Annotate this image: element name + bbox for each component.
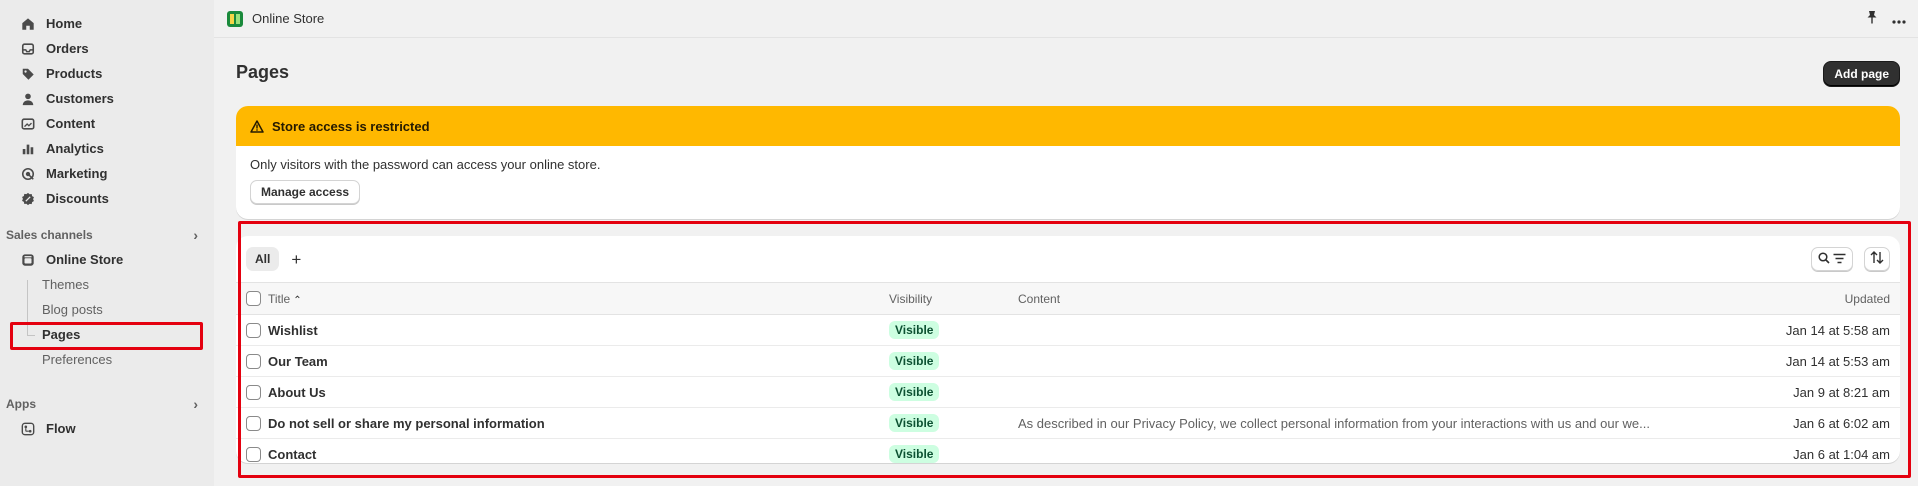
nav-label: Analytics: [46, 141, 104, 156]
nav-customers[interactable]: Customers: [0, 86, 214, 111]
sub-item-label: Themes: [42, 277, 89, 292]
sub-item-blog-posts[interactable]: Blog posts: [0, 297, 214, 322]
store-restricted-banner: Store access is restricted Only visitors…: [236, 106, 1900, 219]
nav-marketing[interactable]: Marketing: [0, 161, 214, 186]
bar-chart-icon: [20, 141, 36, 157]
apps-header[interactable]: Apps ›: [0, 392, 214, 416]
nav-products[interactable]: Products: [0, 61, 214, 86]
nav-flow[interactable]: Flow: [0, 416, 214, 441]
nav-content[interactable]: Content: [0, 111, 214, 136]
nav-label: Content: [46, 116, 96, 131]
nav-label: Marketing: [46, 166, 108, 181]
nav-analytics[interactable]: Analytics: [0, 136, 214, 161]
nav-label: Online Store: [46, 252, 124, 267]
apps-label: Apps: [6, 397, 36, 411]
nav-label: Customers: [46, 91, 114, 106]
more-icon[interactable]: [1892, 11, 1906, 27]
sub-item-label: Preferences: [42, 352, 113, 367]
banner-title: Store access is restricted: [272, 118, 430, 134]
discount-icon: [20, 191, 36, 207]
store-name: Online Store: [252, 11, 325, 26]
nav-label: Flow: [46, 421, 76, 436]
nav-online-store[interactable]: Online Store: [0, 247, 214, 272]
manage-access-button[interactable]: Manage access: [250, 180, 361, 204]
store-icon: [20, 252, 36, 268]
home-icon: [20, 16, 36, 32]
sales-channels-header[interactable]: Sales channels ›: [0, 223, 214, 247]
highlight-box-pages: [10, 322, 203, 350]
chevron-right-icon[interactable]: ›: [193, 227, 198, 243]
warning-icon: [250, 119, 264, 133]
add-page-button[interactable]: Add page: [1823, 61, 1900, 87]
nav-home[interactable]: Home: [0, 11, 214, 36]
sub-item-label: Blog posts: [42, 302, 103, 317]
nav-label: Home: [46, 16, 83, 31]
target-icon: [20, 166, 36, 182]
highlight-box-table: [238, 221, 1911, 478]
banner-body: Only visitors with the password can acce…: [236, 146, 1900, 215]
inbox-icon: [20, 41, 36, 57]
topbar-actions: [1866, 10, 1906, 27]
nav-label: Orders: [46, 41, 89, 56]
sub-item-themes[interactable]: Themes: [0, 272, 214, 297]
nav-label: Discounts: [46, 191, 109, 206]
person-icon: [20, 91, 36, 107]
tag-icon: [20, 66, 36, 82]
nav-label: Products: [46, 66, 103, 81]
top-bar: Online Store: [214, 0, 1918, 38]
shopify-store-icon: [227, 10, 243, 27]
pin-icon[interactable]: [1866, 10, 1878, 27]
nav-discounts[interactable]: Discounts: [0, 186, 214, 211]
banner-message: Only visitors with the password can acce…: [250, 157, 601, 172]
chevron-right-icon[interactable]: ›: [193, 396, 198, 412]
nav-orders[interactable]: Orders: [0, 36, 214, 61]
sales-channels-label: Sales channels: [6, 228, 93, 242]
sub-item-preferences[interactable]: Preferences: [0, 347, 214, 372]
page-title: Pages: [236, 62, 290, 82]
image-icon: [20, 116, 36, 132]
sidebar: Home Orders Products Customers Content A…: [0, 0, 214, 486]
banner-header: Store access is restricted: [236, 106, 1900, 146]
flow-icon: [20, 421, 36, 437]
